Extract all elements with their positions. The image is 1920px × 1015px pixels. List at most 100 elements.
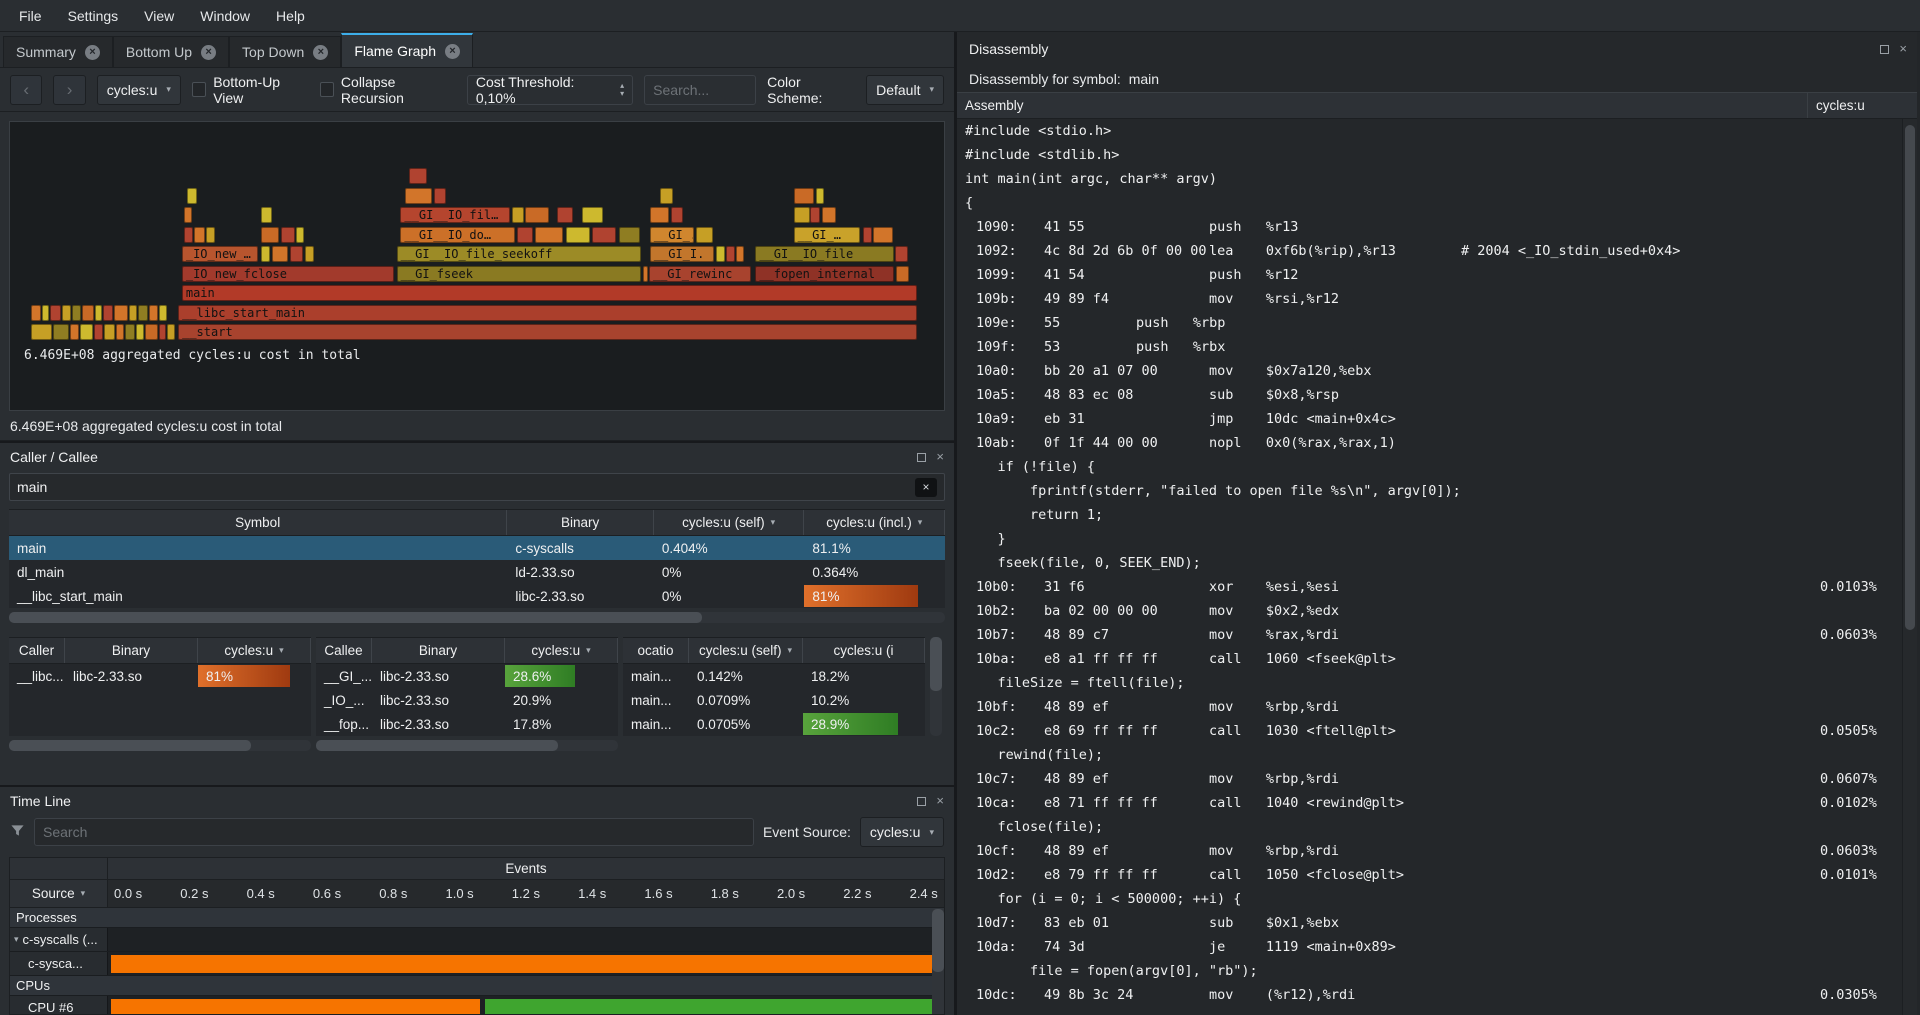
flame-bar[interactable] bbox=[434, 188, 446, 204]
disasm-asm-row[interactable]: 10a0:bb 20 a1 07 00mov $0x7a120,%ebx bbox=[957, 359, 1902, 383]
flame-bar[interactable] bbox=[525, 207, 549, 223]
disasm-asm-row[interactable]: 1092:4c 8d 2d 6b 0f 00 00lea 0xf6b(%rip)… bbox=[957, 239, 1902, 263]
flame-bar[interactable]: __GI__IO_do… bbox=[400, 227, 515, 243]
col-assembly[interactable]: Assembly bbox=[957, 93, 1807, 118]
flame-bar[interactable] bbox=[822, 207, 836, 223]
symbol-filter-input[interactable]: main × bbox=[9, 473, 945, 501]
table-row[interactable]: __libc_start_main libc-2.33.so 0% 81% bbox=[9, 584, 945, 608]
forward-button[interactable]: › bbox=[53, 75, 85, 105]
disasm-source-row[interactable]: file = fopen(argv[0], "rb"); bbox=[957, 959, 1902, 983]
disasm-source-row[interactable]: } bbox=[957, 527, 1902, 551]
disasm-source-row[interactable]: if (!file) { bbox=[957, 455, 1902, 479]
flame-bar[interactable] bbox=[194, 227, 205, 243]
flame-bar[interactable] bbox=[184, 207, 192, 223]
disasm-asm-row[interactable]: 10ba:e8 a1 ff ff ffcall 1060 <fseek@plt> bbox=[957, 647, 1902, 671]
disasm-source-row[interactable]: return 1; bbox=[957, 503, 1902, 527]
tab-top-down[interactable]: Top Down × bbox=[229, 36, 341, 67]
disasm-source-row[interactable]: rewind(file); bbox=[957, 743, 1902, 767]
flame-bar[interactable] bbox=[281, 227, 295, 243]
source-column-header[interactable]: Source ▾ bbox=[10, 880, 108, 907]
timeline-group-cpus[interactable]: CPUs bbox=[10, 976, 944, 996]
flame-bar[interactable] bbox=[794, 188, 815, 204]
disasm-source-row[interactable]: #include <stdlib.h> bbox=[957, 143, 1902, 167]
back-button[interactable]: ‹ bbox=[10, 75, 42, 105]
close-panel-icon[interactable]: × bbox=[1899, 44, 1907, 54]
vertical-scrollbar[interactable] bbox=[1902, 119, 1917, 1015]
flame-bar[interactable]: __GI_. bbox=[650, 227, 694, 243]
flame-bar[interactable] bbox=[716, 246, 725, 262]
disasm-source-row[interactable]: for (i = 0; i < 500000; ++i) { bbox=[957, 887, 1902, 911]
timeline-track[interactable] bbox=[108, 996, 944, 1015]
vertical-scrollbar[interactable] bbox=[930, 637, 942, 736]
flame-bar[interactable]: _IO_new_… bbox=[182, 246, 259, 262]
col-location[interactable]: ocatio bbox=[623, 638, 689, 663]
flame-bar[interactable] bbox=[671, 207, 683, 223]
flame-bar[interactable] bbox=[187, 188, 196, 204]
float-panel-icon[interactable] bbox=[917, 797, 926, 806]
horizontal-scrollbar[interactable] bbox=[316, 740, 618, 751]
col-cycles-self[interactable]: cycles:u (self)▾ bbox=[654, 510, 805, 535]
clear-search-icon[interactable]: × bbox=[915, 478, 937, 497]
menu-file[interactable]: File bbox=[6, 0, 55, 31]
flame-bar[interactable] bbox=[696, 227, 714, 243]
col-cycles[interactable]: cycles:u▾ bbox=[505, 638, 618, 663]
disasm-asm-row[interactable]: 10d2:e8 79 ff ff ffcall 1050 <fclose@plt… bbox=[957, 863, 1902, 887]
flame-bar[interactable]: __GI_rewinc bbox=[649, 266, 751, 282]
col-cycles[interactable]: cycles:u bbox=[1807, 93, 1917, 118]
close-panel-icon[interactable]: × bbox=[936, 796, 944, 806]
flame-bar[interactable] bbox=[116, 324, 124, 340]
disasm-asm-row[interactable]: 1099:41 54push %r12 bbox=[957, 263, 1902, 287]
col-callee[interactable]: Callee bbox=[316, 638, 372, 663]
flame-bar[interactable] bbox=[557, 207, 573, 223]
flame-bar[interactable] bbox=[149, 305, 157, 321]
flame-bar[interactable] bbox=[70, 324, 79, 340]
flame-bar[interactable] bbox=[863, 227, 872, 243]
expander-icon[interactable]: ▾ bbox=[14, 934, 19, 945]
scrollbar-handle[interactable] bbox=[1905, 125, 1915, 630]
disasm-asm-row[interactable]: 10bf:48 89 efmov %rbp,%rdi bbox=[957, 695, 1902, 719]
disasm-asm-row[interactable]: 10a9:eb 31jmp 10dc <main+0x4c> bbox=[957, 407, 1902, 431]
timeline-row-c-syscalls-child[interactable]: c-sysca... bbox=[10, 952, 944, 976]
scrollbar-handle[interactable] bbox=[932, 909, 944, 972]
col-cycles[interactable]: cycles:u▾ bbox=[198, 638, 311, 663]
flame-bar[interactable] bbox=[517, 227, 533, 243]
flame-bar[interactable] bbox=[159, 305, 167, 321]
flame-bar[interactable]: __libc_start_main bbox=[178, 305, 917, 321]
scrollbar-handle[interactable] bbox=[9, 612, 702, 623]
tab-flame-graph[interactable]: Flame Graph × bbox=[341, 33, 473, 67]
flame-bar[interactable] bbox=[261, 246, 269, 262]
timeline-row-cpu6[interactable]: CPU #6 bbox=[10, 996, 944, 1015]
table-row[interactable]: dl_main ld-2.33.so 0% 0.364% bbox=[9, 560, 945, 584]
timeline-track[interactable] bbox=[108, 952, 944, 975]
disasm-asm-row[interactable]: 10d7:83 eb 01sub $0x1,%ebx bbox=[957, 911, 1902, 935]
flame-bar[interactable] bbox=[42, 305, 49, 321]
flame-bar[interactable] bbox=[261, 227, 279, 243]
scrollbar-handle[interactable] bbox=[9, 740, 251, 751]
disasm-asm-row[interactable]: 10b2:ba 02 00 00 00mov $0x2,%edx bbox=[957, 599, 1902, 623]
flame-bar[interactable] bbox=[592, 227, 616, 243]
close-tab-icon[interactable]: × bbox=[201, 45, 216, 60]
disasm-asm-row[interactable]: 10c2:e8 69 ff ff ffcall 1030 <ftell@plt>… bbox=[957, 719, 1902, 743]
table-row[interactable]: main... 0.142% 18.2% bbox=[623, 664, 925, 688]
col-binary[interactable]: Binary bbox=[507, 510, 654, 535]
close-tab-icon[interactable]: × bbox=[445, 44, 460, 59]
disasm-asm-row[interactable]: 109e:55push %rbp bbox=[957, 311, 1902, 335]
disasm-asm-row[interactable]: 10b0:31 f6xor %esi,%esi0.0103% bbox=[957, 575, 1902, 599]
disasm-source-row[interactable]: int main(int argc, char** argv) bbox=[957, 167, 1902, 191]
flame-bar[interactable] bbox=[296, 227, 304, 243]
flame-bar[interactable] bbox=[72, 305, 81, 321]
flame-bar[interactable] bbox=[726, 246, 734, 262]
flame-bar[interactable]: __GI_fseek bbox=[397, 266, 642, 282]
vertical-scrollbar[interactable] bbox=[932, 909, 944, 1014]
disasm-asm-row[interactable]: 10dc:49 8b 3c 24mov (%r12),%rdi0.0305% bbox=[957, 983, 1902, 1007]
disasm-asm-row[interactable]: 10ab:0f 1f 44 00 00nopl 0x0(%rax,%rax,1) bbox=[957, 431, 1902, 455]
flame-bar[interactable] bbox=[816, 188, 824, 204]
flame-bar[interactable] bbox=[794, 207, 810, 223]
tab-bottom-up[interactable]: Bottom Up × bbox=[113, 36, 229, 67]
col-symbol[interactable]: Symbol bbox=[9, 510, 507, 535]
flame-bar[interactable] bbox=[31, 324, 52, 340]
float-panel-icon[interactable] bbox=[917, 453, 926, 462]
flame-bar[interactable] bbox=[53, 324, 69, 340]
flame-bar[interactable] bbox=[206, 227, 214, 243]
flame-bar[interactable] bbox=[114, 305, 128, 321]
